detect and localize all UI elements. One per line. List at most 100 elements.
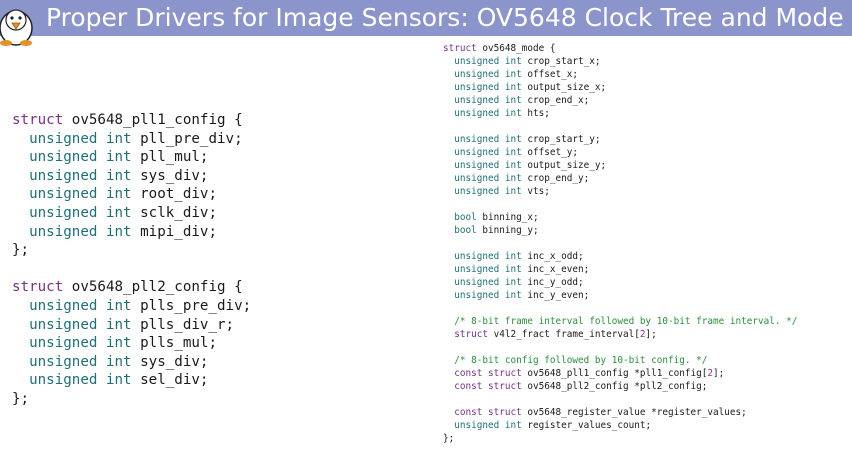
code-token: unsigned int <box>12 335 141 352</box>
code-token: unsigned int <box>12 372 141 389</box>
code-token: plls_pre_div; <box>140 297 252 314</box>
code-token: ov5648_pll2_config { <box>71 279 243 296</box>
code-line: unsigned int pll_mul; <box>12 148 251 167</box>
code-token: unsigned int <box>443 160 528 171</box>
code-token: plls_div_r; <box>140 316 235 333</box>
code-token: output_size_x; <box>527 82 607 93</box>
code-line: unsigned int crop_end_y; <box>443 172 797 185</box>
code-token: ]; <box>645 329 657 340</box>
code-token: inc_y_even; <box>527 290 590 301</box>
code-line: unsigned int sel_div; <box>12 371 251 390</box>
code-line: const struct ov5648_pll1_config *pll1_co… <box>443 367 797 380</box>
code-token: output_size_y; <box>527 160 607 171</box>
code-line: struct ov5648_pll1_config { <box>12 111 251 130</box>
code-line: unsigned int pll_pre_div; <box>12 130 251 149</box>
code-token: sys_div; <box>140 353 209 370</box>
code-token: offset_x; <box>527 69 579 80</box>
code-token: register_values_count; <box>527 420 652 431</box>
code-line <box>443 198 797 211</box>
code-token: root_div; <box>140 186 217 203</box>
code-line: }; <box>12 390 251 409</box>
code-token: binning_x; <box>482 212 539 223</box>
code-token: unsigned int <box>443 420 528 431</box>
code-token: unsigned int <box>12 167 141 184</box>
code-token: ov5648_register_value *register_values; <box>527 407 747 418</box>
code-line: struct ov5648_pll2_config { <box>12 278 251 297</box>
code-token: unsigned int <box>443 56 528 67</box>
code-token: bool <box>443 212 483 223</box>
code-token: crop_start_x; <box>527 56 601 67</box>
code-token: inc_x_even; <box>527 264 590 275</box>
code-token: binning_y; <box>482 225 539 236</box>
code-line: /* 8-bit frame interval followed by 10-b… <box>443 315 797 328</box>
code-token: unsigned int <box>12 204 141 221</box>
code-line: }; <box>443 432 797 445</box>
code-line: unsigned int offset_x; <box>443 68 797 81</box>
code-line: unsigned int crop_start_x; <box>443 55 797 68</box>
code-token: unsigned int <box>443 186 528 197</box>
code-line: struct v4l2_fract frame_interval[2]; <box>443 328 797 341</box>
code-token: offset_y; <box>527 147 579 158</box>
code-line: unsigned int output_size_x; <box>443 81 797 94</box>
code-token: crop_end_x; <box>527 95 590 106</box>
code-token: /* 8-bit frame interval followed by 10-b… <box>443 316 798 327</box>
pll-config-structs-code: struct ov5648_pll1_config { unsigned int… <box>12 111 251 409</box>
code-token: ov5648_pll1_config *pll1_config[ <box>527 368 708 379</box>
code-token: pll_mul; <box>140 149 209 166</box>
code-line: unsigned int plls_pre_div; <box>12 297 251 316</box>
title-bar: Proper Drivers for Image Sensors: OV5648… <box>0 0 852 46</box>
code-token: vts; <box>527 186 550 197</box>
mode-struct-code: struct ov5648_mode { unsigned int crop_s… <box>443 42 797 445</box>
code-token: unsigned int <box>12 130 141 147</box>
code-token: unsigned int <box>443 82 528 93</box>
code-line: unsigned int inc_y_odd; <box>443 276 797 289</box>
code-line: unsigned int inc_x_even; <box>443 263 797 276</box>
code-token: const struct <box>443 407 528 418</box>
code-line: /* 8-bit config followed by 10-bit confi… <box>443 354 797 367</box>
code-line: unsigned int inc_x_odd; <box>443 250 797 263</box>
code-token: ov5648_pll2_config *pll2_config; <box>527 381 708 392</box>
code-token: struct <box>443 329 494 340</box>
code-token: unsigned int <box>443 290 528 301</box>
code-token: crop_start_y; <box>527 134 601 145</box>
code-token: inc_y_odd; <box>527 277 584 288</box>
code-token: unsigned int <box>443 173 528 184</box>
code-line: unsigned int sys_div; <box>12 167 251 186</box>
code-token: sel_div; <box>140 372 209 389</box>
code-token: unsigned int <box>12 297 141 314</box>
code-line: unsigned int hts; <box>443 107 797 120</box>
code-token: inc_x_odd; <box>527 251 584 262</box>
code-line <box>443 393 797 406</box>
code-token: ov5648_mode { <box>482 43 556 54</box>
code-line: unsigned int vts; <box>443 185 797 198</box>
code-line <box>12 260 251 279</box>
code-line: unsigned int plls_mul; <box>12 334 251 353</box>
code-token: mipi_div; <box>140 223 217 240</box>
code-line: unsigned int offset_y; <box>443 146 797 159</box>
code-line <box>443 302 797 315</box>
code-line: unsigned int root_div; <box>12 185 251 204</box>
code-token: struct <box>443 43 483 54</box>
code-token: }; <box>12 242 30 259</box>
code-token: unsigned int <box>443 264 528 275</box>
code-line: bool binning_x; <box>443 211 797 224</box>
code-token: }; <box>443 433 455 444</box>
code-token: unsigned int <box>12 316 141 333</box>
code-token: ov5648_pll1_config { <box>71 112 243 128</box>
code-token: v4l2_fract frame_interval[ <box>493 329 640 340</box>
code-token: unsigned int <box>443 108 528 119</box>
code-token: bool <box>443 225 483 236</box>
code-token: }; <box>12 390 30 407</box>
code-line: unsigned int plls_div_r; <box>12 316 251 335</box>
code-token: unsigned int <box>443 95 528 106</box>
code-token: unsigned int <box>443 134 528 145</box>
code-token: ]; <box>713 368 725 379</box>
code-token: /* 8-bit config followed by 10-bit confi… <box>443 355 708 366</box>
